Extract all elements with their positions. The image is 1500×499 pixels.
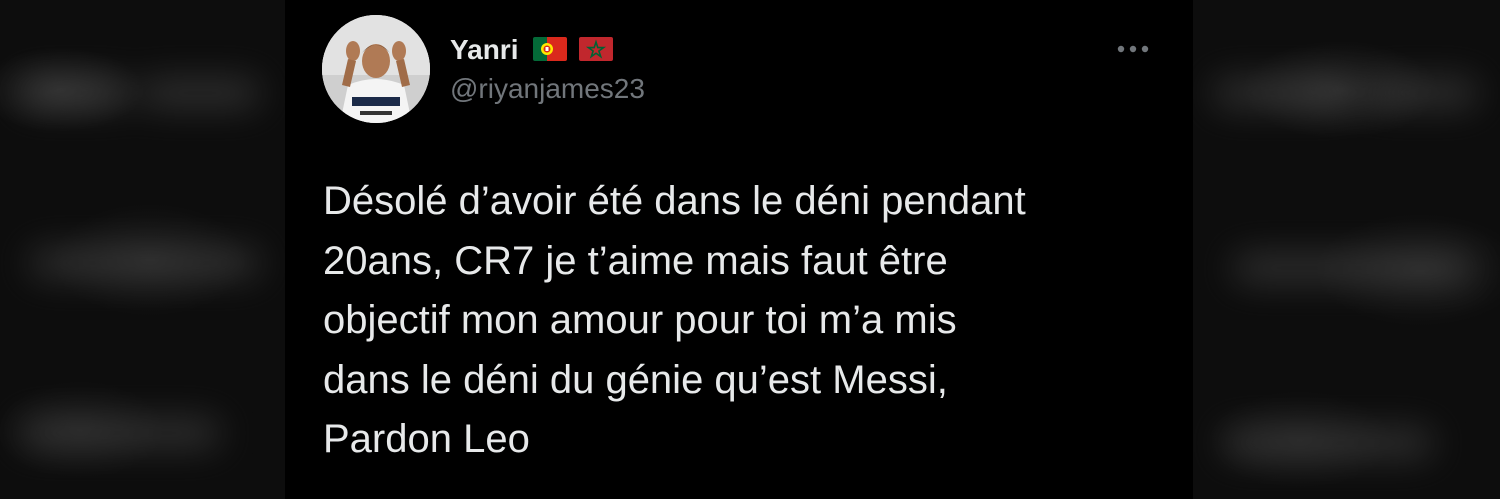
avatar[interactable] [322, 15, 430, 123]
user-handle[interactable]: @riyanjames23 [450, 72, 645, 106]
tweet-text: Désolé d’avoir été dans le déni pendant … [323, 179, 1026, 461]
profile-avatar-image [322, 15, 430, 123]
portugal-flag-icon [533, 37, 567, 61]
flag-emojis [533, 37, 613, 61]
morocco-flag-icon [579, 37, 613, 61]
screenshot-frame: Yanri @riyanjames23 Désolé d’avoir été d… [0, 0, 1500, 499]
display-name[interactable]: Yanri [450, 34, 518, 66]
blurred-background-right [1193, 0, 1500, 499]
blurred-background-left [0, 0, 285, 499]
more-horizontal-icon[interactable] [1112, 36, 1156, 62]
